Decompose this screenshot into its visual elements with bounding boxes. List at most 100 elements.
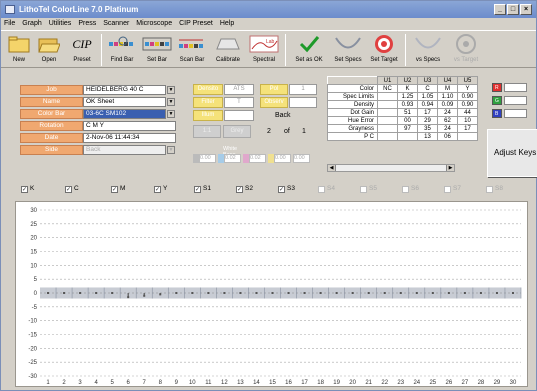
set-bar-icon [142,37,172,51]
x-tick-label: 17 [301,380,308,386]
series-point [399,292,402,294]
check-c[interactable]: ✓ C [65,183,79,195]
menu-scanner[interactable]: Scanner [103,18,129,29]
observer-value[interactable] [289,97,317,108]
vs-target-button[interactable]: vs Target [449,33,483,67]
series-point [319,292,322,294]
chevron-down-icon[interactable]: ▼ [167,86,175,94]
y-tick-label: -30 [28,374,37,380]
check-m[interactable]: ✓ M [111,183,125,195]
date-field[interactable]: 2-Nov-06 11:44:34 [83,133,176,143]
x-tick-label: 29 [494,380,501,386]
rotation-field[interactable]: C M Y [83,121,176,131]
menu-press[interactable]: Press [78,18,96,29]
scan-bar-button[interactable]: Scan Bar [175,33,209,67]
x-tick-label: 18 [317,380,324,386]
y-tick-label: 25 [30,222,37,228]
illum-value[interactable] [224,110,254,121]
ratio-button[interactable]: 1:1 [193,125,221,138]
app-icon [5,5,15,14]
close-button[interactable]: × [520,4,532,15]
y-tick-label: -20 [28,346,37,352]
red-swatch: R [492,83,502,92]
menu-file[interactable]: File [4,18,15,29]
maximize-button[interactable]: □ [507,4,519,15]
table-horizontal-scrollbar[interactable]: ◀ ▶ [327,164,455,172]
white-base-m: 0.02 [249,154,266,163]
calibrate-button[interactable]: Calibrate [211,33,245,67]
open-button[interactable]: Open [35,33,63,67]
preset-button[interactable]: CIP Preset [67,33,97,67]
densito-label: Densito [193,84,223,95]
red-value[interactable] [504,83,527,92]
check-s2[interactable]: ✓ S2 [236,183,253,195]
adjust-keys-button[interactable]: Adjust Keys [487,129,537,177]
vs-specs-button[interactable]: vs Specs [411,33,445,67]
check-y[interactable]: ✓ Y [154,183,167,195]
page-of: of [284,128,290,135]
y-tick-label: 5 [34,277,38,283]
check-s1[interactable]: ✓ S1 [194,183,211,195]
series-point [335,292,338,294]
set-specs-button[interactable]: Set Specs [331,33,365,67]
spectral-button[interactable]: Lab Spectral [247,33,281,67]
color-bar-select[interactable]: 03-6C SM102 [83,109,166,119]
table-row: Hue Error 00 29 62 10 [327,116,478,125]
series-point [95,292,98,294]
pol-value[interactable]: 1 [289,84,317,95]
menu-help[interactable]: Help [220,18,234,29]
table-row: Dot Gain 51 17 24 44 [327,108,478,117]
check-s3[interactable]: ✓ S3 [278,183,295,195]
menu-microscope[interactable]: Microscope [136,18,172,29]
x-tick-label: 30 [510,380,517,386]
y-tick-label: 0 [34,291,38,297]
checkbox-icon: ✓ [194,185,201,193]
y-tick-label: 20 [30,236,37,242]
check-s4: S4 [318,183,335,195]
y-tick-label: -5 [32,305,38,311]
checkbox-icon: ✓ [154,185,161,193]
x-tick-label: 16 [285,380,292,386]
new-button[interactable]: New [5,33,33,67]
y-tick-label: -25 [28,360,37,366]
menu-graph[interactable]: Graph [22,18,41,29]
job-select[interactable]: HEIDELBERG 40 C [83,85,166,95]
menu-cip-preset[interactable]: CIP Preset [179,18,213,29]
blue-value[interactable] [504,109,527,118]
chevron-down-icon[interactable]: ▼ [167,98,175,106]
set-target-button[interactable]: Set Target [367,33,401,67]
find-bar-button[interactable]: Find Bar [105,33,139,67]
column-header: U4 [437,76,458,85]
spectral-icon: Lab [249,35,279,53]
checkbox-icon: ✓ [21,185,28,193]
grey-button[interactable]: Grey [223,125,251,138]
menu-utilities[interactable]: Utilities [49,18,72,29]
green-value[interactable] [504,96,527,105]
set-as-ok-button[interactable]: Set as OK [291,33,327,67]
minimize-button[interactable]: _ [494,4,506,15]
name-select[interactable]: OK Sheet [83,97,166,107]
x-tick-label: 10 [189,380,196,386]
series-point [63,292,66,294]
filter-value[interactable]: T [224,97,254,108]
column-header: U2 [397,76,418,85]
checkbox-icon [360,185,367,193]
find-bar-icon [109,36,133,46]
column-header: U5 [457,76,478,85]
densito-value[interactable]: ATS [224,84,254,95]
series-point [367,292,370,294]
series-point [511,292,514,294]
series-point [447,292,450,294]
series-point [127,296,130,299]
checkmark-icon [299,36,320,53]
window-controls: _ □ × [494,4,532,15]
x-tick-label: 9 [175,380,179,386]
scroll-left-icon[interactable]: ◀ [328,165,336,171]
chevron-down-icon[interactable]: ▼ [167,110,175,118]
page-total: 1 [302,128,306,135]
series-point [143,294,146,297]
check-k[interactable]: ✓ K [21,183,34,195]
white-base-row: 0.00 0.02 0.02 0.00 0.00 [193,154,310,163]
scroll-right-icon[interactable]: ▶ [446,165,454,171]
set-bar-button[interactable]: Set Bar [141,33,173,67]
